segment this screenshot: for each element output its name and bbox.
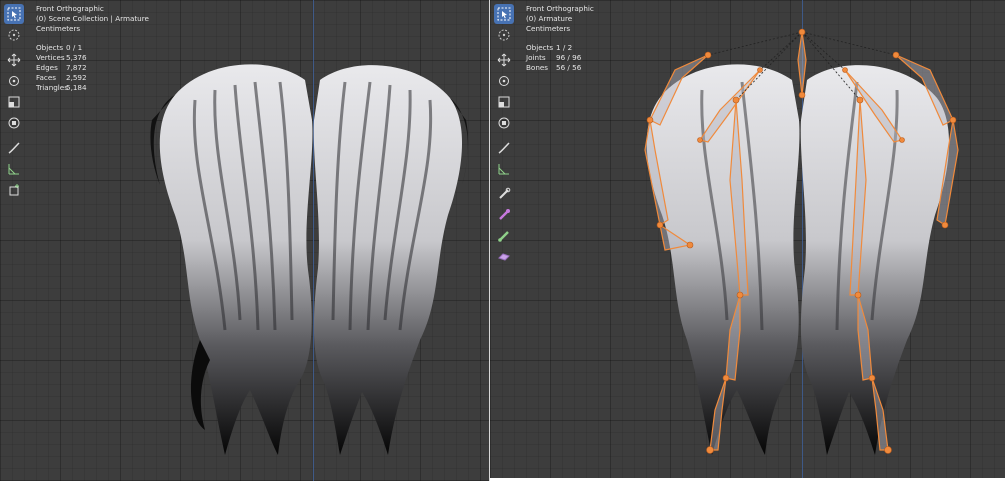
toolbar-left xyxy=(4,4,26,201)
stat-label: Triangles xyxy=(36,83,68,92)
units-label: Centimeters xyxy=(36,24,81,33)
bone-size-icon[interactable] xyxy=(494,184,514,204)
measure-icon[interactable] xyxy=(494,159,514,179)
viewport-left[interactable]: Front Orthographic (0) Scene Collection … xyxy=(0,0,489,481)
wing-left xyxy=(150,64,313,455)
rotate-icon[interactable] xyxy=(4,71,24,91)
stat-row: Objects 1 / 2 xyxy=(526,43,594,53)
stat-label: Joints xyxy=(526,53,546,62)
stat-row: Faces 2,592 xyxy=(36,73,149,83)
select-box-icon[interactable] xyxy=(494,4,514,24)
rotate-icon[interactable] xyxy=(494,71,514,91)
stat-value: 2,592 xyxy=(66,73,87,82)
stat-row: Bones 56 / 56 xyxy=(526,63,594,73)
stat-label: Objects xyxy=(36,43,64,52)
stat-row: Edges 7,872 xyxy=(36,63,149,73)
stat-label: Objects xyxy=(526,43,554,52)
stat-label: Vertices xyxy=(36,53,65,62)
annotate-icon[interactable] xyxy=(494,138,514,158)
stat-value: 5,376 xyxy=(66,53,87,62)
stat-value: 1 / 2 xyxy=(556,43,573,52)
stat-row: Joints 96 / 96 xyxy=(526,53,594,63)
add-cube-icon[interactable] xyxy=(4,180,24,200)
scale-icon[interactable] xyxy=(4,92,24,112)
wing-right xyxy=(313,65,469,455)
view-title: Front Orthographic xyxy=(526,4,594,13)
transform-icon[interactable] xyxy=(4,113,24,133)
stat-label: Faces xyxy=(36,73,56,82)
move-icon[interactable] xyxy=(494,50,514,70)
cursor-icon[interactable] xyxy=(494,25,514,45)
viewport-info-right: Front Orthographic (0) Armature Centimet… xyxy=(526,4,594,73)
viewport-info-left: Front Orthographic (0) Scene Collection … xyxy=(36,4,149,93)
collection-label: (0) Armature xyxy=(526,14,573,23)
viewport-right[interactable]: Front Orthographic (0) Armature Centimet… xyxy=(490,0,1005,478)
stat-value: 7,872 xyxy=(66,63,87,72)
stat-value: 5,184 xyxy=(66,83,87,92)
stat-value: 0 / 1 xyxy=(66,43,83,52)
stat-value: 56 / 56 xyxy=(556,63,582,72)
scale-icon[interactable] xyxy=(494,92,514,112)
statistics: Objects 0 / 1 Vertices 5,376 Edges 7,872 Fa… xyxy=(36,43,149,93)
statistics: Objects 1 / 2 Joints 96 / 96 Bones 56 / 56 xyxy=(526,43,594,73)
extrude-icon[interactable] xyxy=(494,247,514,267)
units-label: Centimeters xyxy=(526,24,571,33)
stat-label: Bones xyxy=(526,63,549,72)
bone-envelope-icon[interactable] xyxy=(494,205,514,225)
stat-row: Vertices 5,376 xyxy=(36,53,149,63)
move-icon[interactable] xyxy=(4,50,24,70)
select-box-icon[interactable] xyxy=(4,4,24,24)
transform-icon[interactable] xyxy=(494,113,514,133)
cursor-icon[interactable] xyxy=(4,25,24,45)
view-title: Front Orthographic xyxy=(36,4,104,13)
collection-label: (0) Scene Collection | Armature xyxy=(36,14,149,23)
measure-icon[interactable] xyxy=(4,159,24,179)
stat-label: Edges xyxy=(36,63,58,72)
toolbar-right xyxy=(494,4,516,268)
stat-value: 96 / 96 xyxy=(556,53,582,62)
roll-icon[interactable] xyxy=(494,226,514,246)
stat-row: Triangles 5,184 xyxy=(36,83,149,93)
stat-row: Objects 0 / 1 xyxy=(36,43,149,53)
annotate-icon[interactable] xyxy=(4,138,24,158)
